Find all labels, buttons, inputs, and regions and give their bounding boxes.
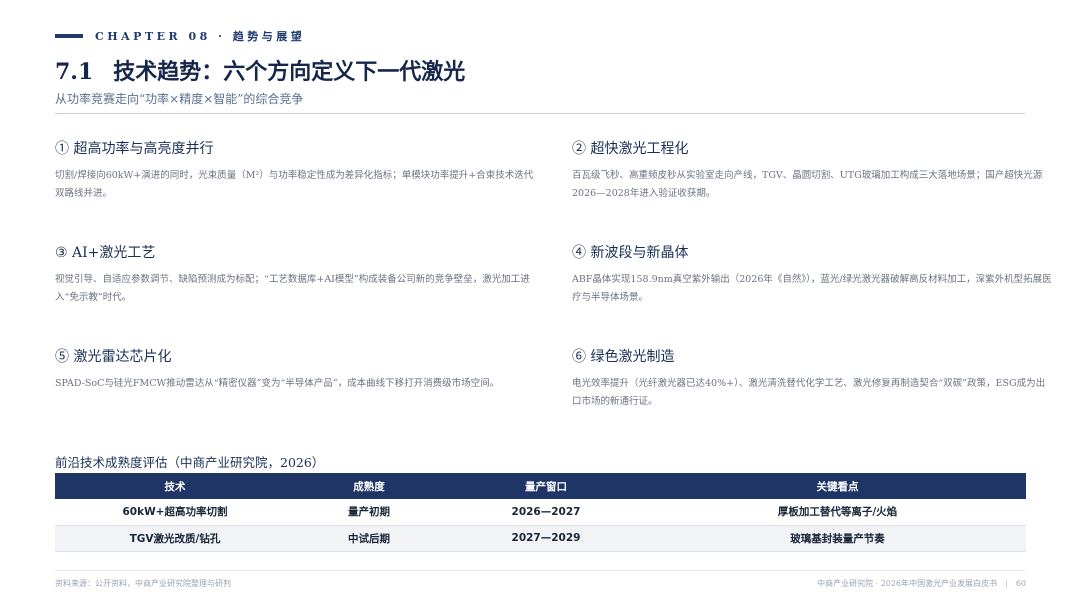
source-note: 资料来源：公开资料，中商产业研究院整理与研判 [55,579,231,588]
trend-heading: ④ 新波段与新晶体 [572,245,689,261]
footer-publisher: 中商产业研究院 · 2026年中国激光产业发展白皮书 | 60 [817,578,1026,589]
maturity-table: 技术 成熟度 量产窗口 关键看点 60kW+超高功率切割 量产初期 2026—2… [55,473,1026,552]
trend-heading: ③ AI+激光工艺 [55,245,156,261]
trend-item-ultrafast: ② 超快激光工程化 百瓦级飞秒、高重频皮秒从实验室走向产线，TGV、晶圆切割、U… [572,138,1052,203]
trend-body: 百瓦级飞秒、高重频皮秒从实验室走向产线，TGV、晶圆切割、UTG玻璃加工构成三大… [572,170,1043,199]
page-number: 60 [1015,579,1026,588]
col-header-window: 量产窗口 [443,473,649,499]
trend-body: 切割/焊接向60kW+演进的同时，光束质量（M²）与功率稳定性成为差异化指标；单… [55,170,534,199]
table-cell: 60kW+超高功率切割 [55,499,295,526]
table-cell: 2027—2029 [443,525,649,552]
page-title: 7.1 技术趋势：六个方向定义下一代激光 [55,54,465,86]
chapter-label: CHAPTER 08 · 趋势与展望 [55,28,305,44]
table-cell: 厚板加工替代等离子/火焰 [649,499,1026,526]
trend-body: SPAD-SoC与硅光FMCW推动雷达从“精密仪器”变为“半导体产品”，成本曲线… [55,378,500,389]
table-cell: 玻璃基封装量产节奏 [649,525,1026,552]
trend-item-lidar-chip: ⑤ 激光雷达芯片化 SPAD-SoC与硅光FMCW推动雷达从“精密仪器”变为“半… [55,346,535,393]
table-cell: 2026—2027 [443,499,649,526]
trend-heading: ⑤ 激光雷达芯片化 [55,349,172,365]
footer-divider [55,570,1025,571]
section-title: 技术趋势：六个方向定义下一代激光 [113,59,466,85]
page-subtitle: 从功率竞赛走向“功率×精度×智能”的综合竞争 [55,92,304,106]
section-number: 7.1 [55,59,94,85]
trend-body: 电光效率提升（光纤激光器已达40%+）、激光清洗替代化学工艺、激光修复再制造契合… [572,378,1046,407]
trend-body: 视觉引导、自适应参数调节、缺陷预测成为标配；“工艺数据库+AI模型”构成装备公司… [55,274,530,303]
trend-body: ABF晶体实现158.9nm真空紫外输出（2026年《自然》），蓝光/绿光激光器… [572,274,1052,303]
trend-heading: ① 超高功率与高亮度并行 [55,141,214,157]
trend-item-green-manufacturing: ⑥ 绿色激光制造 电光效率提升（光纤激光器已达40%+）、激光清洗替代化学工艺、… [572,346,1052,411]
table-cell: 中试后期 [295,525,443,552]
table-cell: 量产初期 [295,499,443,526]
trend-item-ai-process: ③ AI+激光工艺 视觉引导、自适应参数调节、缺陷预测成为标配；“工艺数据库+A… [55,242,535,307]
table-header-row: 技术 成熟度 量产窗口 关键看点 [55,473,1026,499]
table-row: TGV激光改质/钻孔 中试后期 2027—2029 玻璃基封装量产节奏 [55,525,1026,552]
footer-separator: | [1005,579,1008,588]
chapter-text: CHAPTER 08 · 趋势与展望 [95,30,306,43]
trend-item-new-wavelength: ④ 新波段与新晶体 ABF晶体实现158.9nm真空紫外输出（2026年《自然》… [572,242,1052,307]
table-cell: TGV激光改质/钻孔 [55,525,295,552]
trend-item-high-power: ① 超高功率与高亮度并行 切割/焊接向60kW+演进的同时，光束质量（M²）与功… [55,138,535,203]
table-row: 60kW+超高功率切割 量产初期 2026—2027 厚板加工替代等离子/火焰 [55,499,1026,526]
header-divider [55,113,1025,114]
trend-heading: ⑥ 绿色激光制造 [572,349,675,365]
trend-heading: ② 超快激光工程化 [572,141,689,157]
publisher-text: 中商产业研究院 · 2026年中国激光产业发展白皮书 [817,579,998,588]
col-header-maturity: 成熟度 [295,473,443,499]
col-header-highlight: 关键看点 [649,473,1026,499]
table-caption: 前沿技术成熟度评估（中商产业研究院，2026） [55,455,325,470]
chapter-accent-bar [55,34,83,38]
col-header-technology: 技术 [55,473,295,499]
